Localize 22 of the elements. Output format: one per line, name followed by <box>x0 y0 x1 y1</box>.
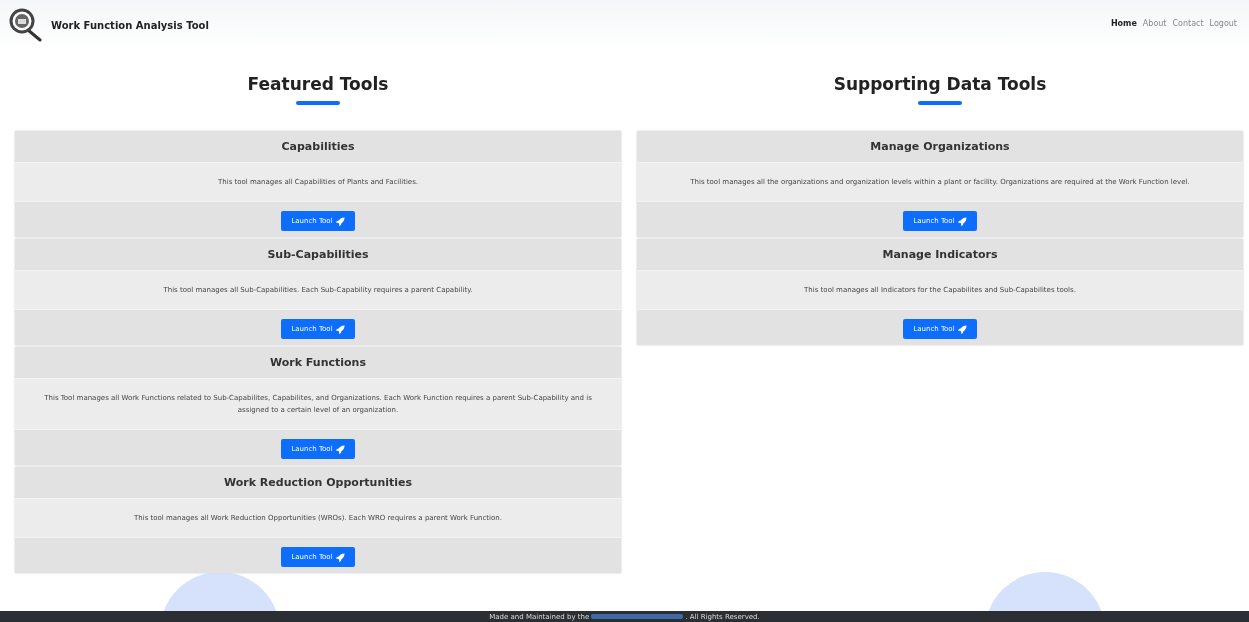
tool-title: Work Functions <box>15 347 621 378</box>
heading-underline <box>918 101 962 105</box>
rocket-icon <box>335 324 345 334</box>
tool-title: Manage Organizations <box>637 131 1243 162</box>
section-heading: Supporting Data Tools <box>832 74 1048 94</box>
rocket-icon <box>335 216 345 226</box>
nav-link[interactable]: Logout <box>1209 18 1237 28</box>
rocket-icon <box>335 444 345 454</box>
rocket-icon <box>957 216 967 226</box>
tool-title: Sub-Capabilities <box>15 239 621 270</box>
heading-underline <box>296 101 340 105</box>
tool-title: Capabilities <box>15 131 621 162</box>
rocket-icon <box>957 324 967 334</box>
obscured-link[interactable] <box>591 614 684 619</box>
nav-link[interactable]: Home <box>1110 18 1137 28</box>
tool-title: Work Reduction Opportunities <box>15 467 621 498</box>
nav-link[interactable]: Contact <box>1172 18 1204 28</box>
section-heading: Featured Tools <box>246 74 390 94</box>
app-title: Work Function Analysis Tool <box>51 19 209 31</box>
tool-title: Manage Indicators <box>637 239 1243 270</box>
rocket-icon <box>335 552 345 562</box>
nav-link[interactable]: About <box>1142 18 1167 28</box>
